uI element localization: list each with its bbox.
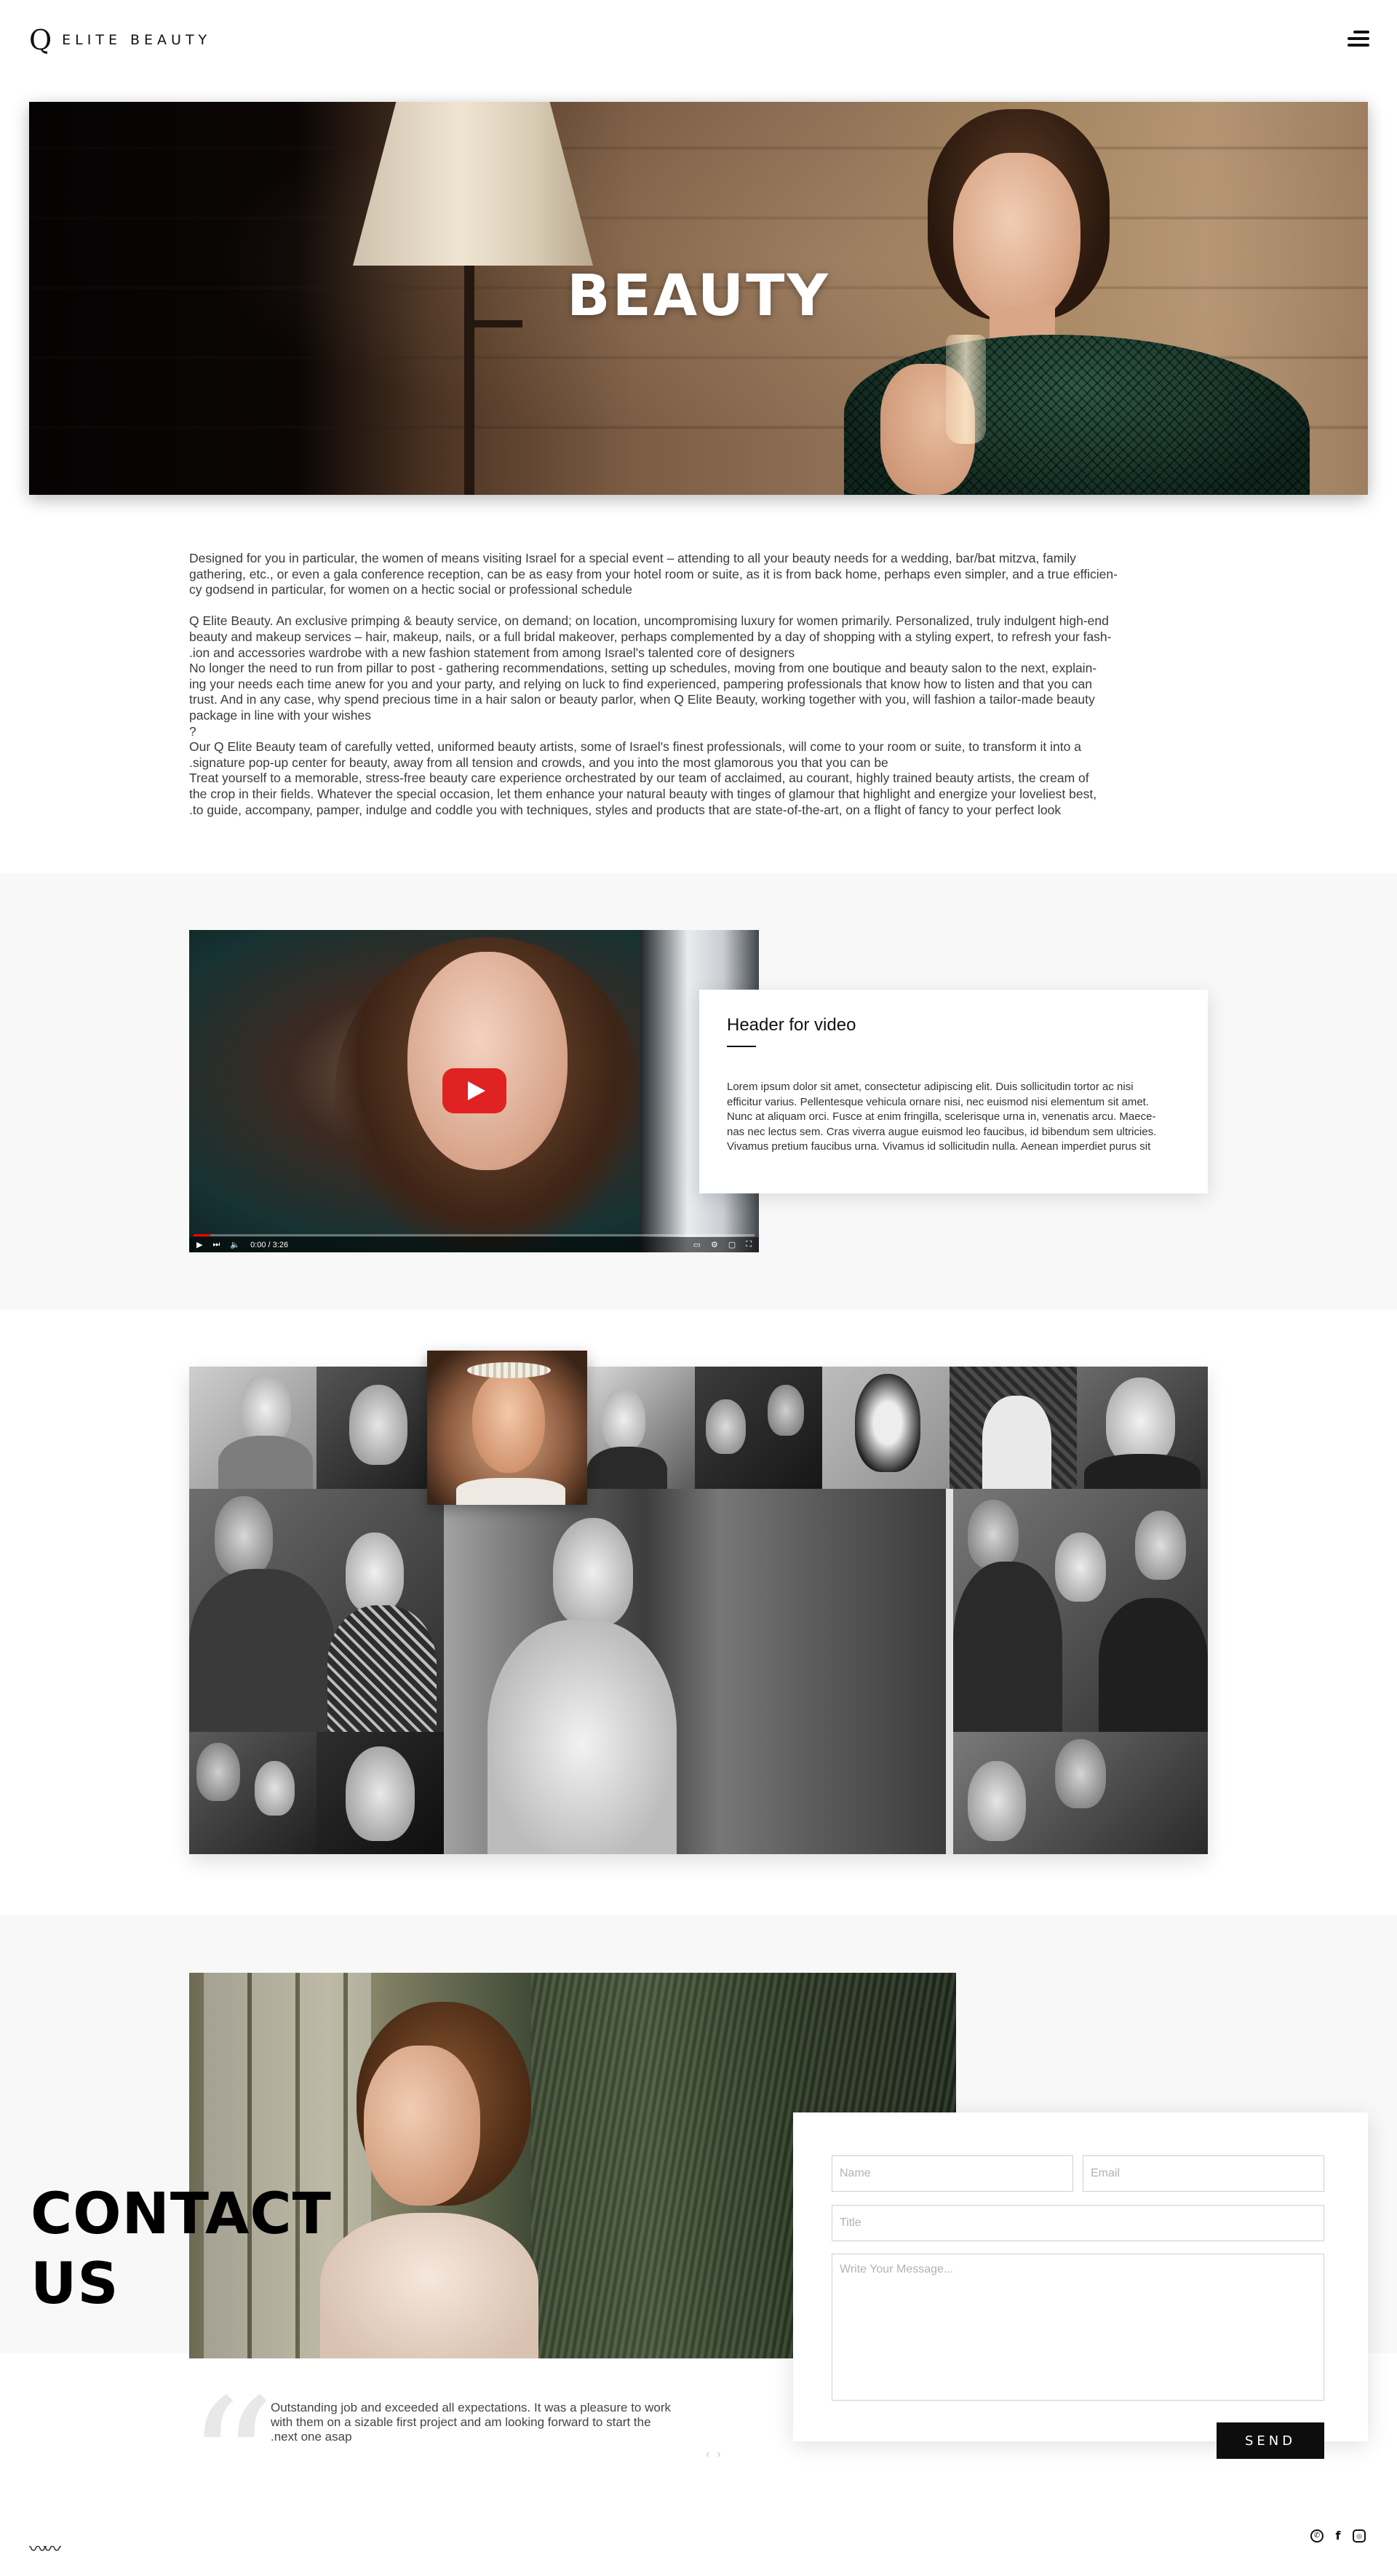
chevron-right-icon[interactable]: › (717, 2448, 720, 2461)
card-line: Lorem ipsum dolor sit amet, consectetur … (727, 1081, 1134, 1093)
gallery-photo-portrait-2[interactable] (822, 1367, 950, 1489)
intro-line: .signature pop-up center for beauty, awa… (189, 755, 888, 770)
intro-line: package in line with your wishes (189, 707, 371, 723)
email-field[interactable] (1083, 2155, 1324, 2192)
intro-line: Q Elite Beauty. An exclusive primping & … (189, 613, 1109, 629)
logo-link[interactable]: Q ELITE BEAUTY (29, 26, 211, 54)
testimonial-slider-controls: ‹ › (706, 2448, 721, 2461)
footer-wave-logo: 〰〰 (29, 2540, 61, 2559)
intro-line: Our Q Elite Beauty team of carefully vet… (189, 739, 1081, 755)
menu-line (1353, 31, 1369, 33)
quote-icon: “ (186, 2361, 276, 2565)
gallery-photo-portrait-3[interactable] (317, 1732, 444, 1854)
logo-mark: Q (29, 24, 52, 56)
facebook-icon[interactable]: f (1331, 2529, 1345, 2543)
name-field[interactable] (832, 2155, 1073, 2192)
intro-line: No longer the need to run from pillar to… (189, 661, 1097, 676)
testimonial-line: .next one asap (271, 2430, 352, 2444)
play-small-icon[interactable]: ▶ (196, 1240, 202, 1249)
hamburger-menu-icon[interactable] (1342, 28, 1369, 49)
instagram-icon[interactable]: ◎ (1353, 2529, 1366, 2543)
testimonial-text: Outstanding job and exceeded all expecta… (271, 2401, 736, 2444)
video-card-title: Header for video (727, 1015, 856, 1035)
menu-line (1348, 37, 1369, 40)
intro-line: Treat yourself to a memorable, stress-fr… (189, 771, 1089, 786)
video-controls: ▶ ⏭ 🔈 0:00 / 3:26 ▭ ⚙ ▢ ⛶ (189, 1237, 759, 1252)
gallery-photo-feature[interactable] (444, 1489, 946, 1854)
intro-line: .ion and accessories wardrobe with a new… (189, 645, 795, 660)
intro-line: trust. And in any case, why spend precio… (189, 692, 1095, 707)
gallery-photo-hair[interactable] (953, 1732, 1208, 1854)
menu-line (1348, 44, 1369, 47)
page-title: BEAUTY (567, 263, 830, 329)
intro-text: Designed for you in particular, the wome… (189, 551, 1208, 818)
card-line: nas nec lectus sem. Cras viverra augue e… (727, 1125, 1157, 1138)
gallery-photo-makeup-1[interactable] (189, 1367, 317, 1489)
miniplayer-icon[interactable]: ▢ (728, 1240, 736, 1249)
title-field[interactable] (832, 2205, 1324, 2241)
gallery-photo-makeup-4[interactable] (189, 1732, 317, 1854)
video-info-card: Header for video Lorem ipsum dolor sit a… (699, 990, 1208, 1193)
contact-title-line1: CONTACT (31, 2182, 332, 2247)
video-progress-fill (194, 1234, 211, 1236)
card-line: Nunc at aliquam orci. Fusce at enim frin… (727, 1110, 1156, 1123)
send-button[interactable]: SEND (1217, 2422, 1324, 2459)
gallery-photo-team[interactable] (953, 1489, 1208, 1732)
gallery-photo-portrait-1[interactable] (317, 1367, 427, 1489)
message-field[interactable] (832, 2254, 1324, 2401)
testimonial-line: with them on a sizable first project and… (271, 2415, 651, 2429)
gallery-photo-makeup-2[interactable] (587, 1367, 695, 1489)
video-thumbnail-face (407, 952, 568, 1170)
chevron-left-icon[interactable]: ‹ (706, 2448, 709, 2461)
volume-icon[interactable]: 🔈 (230, 1240, 240, 1249)
gallery-photo-dress[interactable] (950, 1367, 1077, 1489)
logo-text: ELITE BEAUTY (62, 32, 212, 48)
gallery-photo-glass[interactable] (1077, 1367, 1208, 1489)
intro-line: ing your needs each time anew for you an… (189, 676, 1092, 691)
whatsapp-icon[interactable]: ✆ (1310, 2529, 1324, 2543)
card-line: Vivamus pretium faucibus urna. Vivamus i… (727, 1140, 1151, 1153)
photo-gallery (189, 1351, 1208, 1854)
hero-banner: BEAUTY (29, 102, 1368, 495)
title-underline (727, 1046, 756, 1047)
video-progress-bar[interactable] (194, 1234, 755, 1236)
intro-line: .to guide, accompany, pamper, indulge an… (189, 802, 1062, 817)
intro-line: ? (189, 723, 196, 739)
intro-line: Designed for you in particular, the wome… (189, 551, 1076, 565)
youtube-play-icon[interactable] (442, 1068, 506, 1113)
testimonial-line: Outstanding job and exceeded all expecta… (271, 2401, 672, 2414)
contact-title-line2: US (31, 2251, 119, 2317)
intro-line: cy godsend in particular, for women on a… (189, 582, 632, 597)
gallery-photo-makeup-3[interactable] (695, 1367, 822, 1489)
intro-line: gathering, etc., or even a gala conferen… (189, 566, 1118, 581)
fullscreen-icon[interactable]: ⛶ (746, 1240, 752, 1249)
captions-icon[interactable]: ▭ (693, 1240, 701, 1249)
gallery-featured-photo[interactable] (427, 1351, 587, 1505)
video-card-body: Lorem ipsum dolor sit amet, consectetur … (727, 1080, 1193, 1155)
video-player[interactable]: ▶ ⏭ 🔈 0:00 / 3:26 ▭ ⚙ ▢ ⛶ (189, 930, 759, 1252)
settings-icon[interactable]: ⚙ (711, 1240, 718, 1249)
next-icon[interactable]: ⏭ (212, 1240, 220, 1249)
card-line: efficitur varius. Pellentesque vehicula … (727, 1095, 1150, 1108)
social-links: ✆ f ◎ (1310, 2529, 1366, 2543)
contact-title: CONTACT US (31, 2179, 332, 2319)
site-header: Q ELITE BEAUTY (0, 0, 1397, 80)
video-time: 0:00 / 3:26 (250, 1240, 289, 1249)
intro-line: beauty and makeup services – hair, makeu… (189, 629, 1112, 644)
gallery-photo-stylist[interactable] (189, 1489, 444, 1732)
intro-line: the crop in their fields. Whatever the s… (189, 786, 1097, 801)
